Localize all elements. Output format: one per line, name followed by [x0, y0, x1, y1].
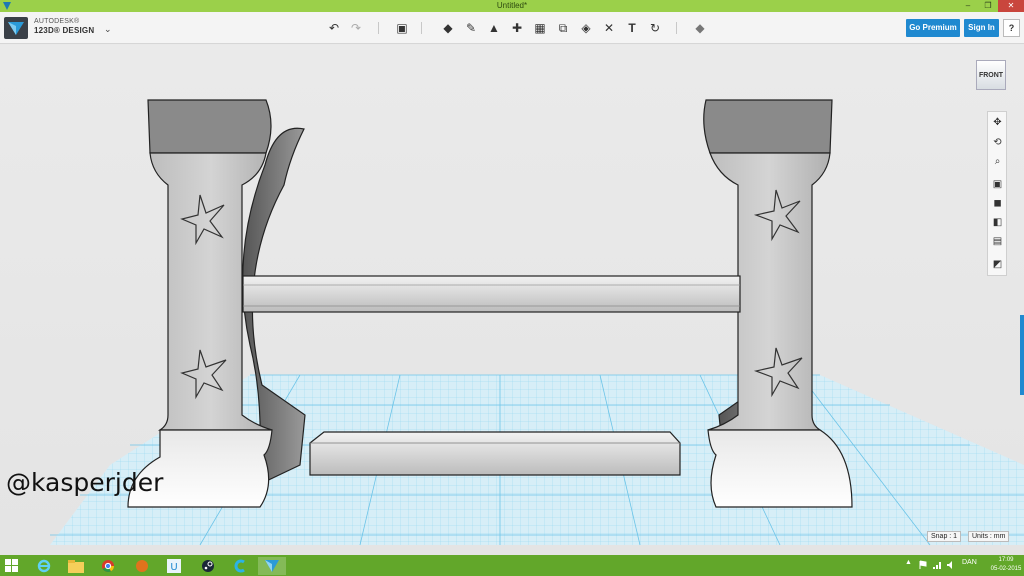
- modify-icon[interactable]: ✚: [509, 20, 525, 36]
- app-c-icon[interactable]: [226, 557, 254, 575]
- lower-crossbar[interactable]: [309, 431, 681, 476]
- minimize-button[interactable]: –: [958, 0, 978, 12]
- measure-icon[interactable]: ✕: [601, 20, 617, 36]
- view-outline-icon[interactable]: ◧: [991, 216, 1004, 229]
- windows-start-icon[interactable]: [5, 559, 18, 572]
- chrome-icon[interactable]: [94, 557, 122, 575]
- pan-icon[interactable]: ✥: [991, 116, 1004, 129]
- units-setting[interactable]: Units : mm: [968, 531, 1010, 542]
- main-toolbar: AUTODESK® 123D® DESIGN ⌄ ↶ ↷ ▣ ◆ ✎ ▲ ✚ ▦…: [0, 12, 1024, 44]
- chevron-down-icon[interactable]: ⌄: [104, 24, 112, 35]
- svg-text:U: U: [170, 562, 177, 573]
- go-premium-button[interactable]: Go Premium: [906, 19, 960, 37]
- language-indicator[interactable]: DAN: [962, 559, 977, 566]
- uplay-icon[interactable]: U: [160, 557, 188, 575]
- title-bar: Untitled* – ❐ ✕: [0, 0, 1024, 12]
- status-bar: Snap : 1 Units : mm: [0, 530, 1024, 548]
- material-icon[interactable]: ◆: [692, 20, 708, 36]
- view-solid-icon[interactable]: ◼: [991, 197, 1004, 210]
- windows-taskbar: U ▲ DAN 17:09 05-02-2015: [0, 555, 1024, 576]
- primitives-icon[interactable]: ◆: [440, 20, 456, 36]
- pattern-icon[interactable]: ▦: [532, 20, 548, 36]
- text-icon[interactable]: T: [624, 20, 640, 36]
- fit-icon[interactable]: ▣: [991, 178, 1004, 191]
- volume-icon[interactable]: [946, 560, 956, 570]
- app-orange-icon[interactable]: [128, 557, 156, 575]
- toolbar-divider: [676, 22, 677, 34]
- help-button[interactable]: ?: [1003, 19, 1020, 37]
- view-cube[interactable]: FRONT: [976, 60, 1006, 90]
- clock-time: 17:09: [998, 557, 1014, 563]
- tray-expand-icon[interactable]: ▲: [905, 559, 912, 566]
- grid-icon[interactable]: ▤: [991, 235, 1004, 248]
- brand-name: AUTODESK® 123D® DESIGN: [34, 17, 94, 35]
- toolbar-divider: [378, 22, 379, 34]
- action-center-flag-icon[interactable]: [918, 560, 928, 570]
- autodesk-logo-icon: [8, 22, 24, 35]
- upper-crossbar[interactable]: [242, 275, 741, 313]
- zoom-icon[interactable]: ⌕: [991, 155, 1004, 168]
- system-clock[interactable]: 17:09 05-02-2015: [990, 556, 1022, 574]
- material-view-icon[interactable]: ◩: [991, 258, 1004, 271]
- snap-setting[interactable]: Snap : 1: [927, 531, 962, 542]
- redo-icon[interactable]: ↷: [348, 20, 364, 36]
- window-title: Untitled*: [496, 1, 528, 10]
- file-explorer-icon[interactable]: [62, 557, 90, 575]
- side-panel-handle[interactable]: [1020, 315, 1024, 395]
- clock-date: 05-02-2015: [990, 566, 1022, 572]
- combine-icon[interactable]: ◈: [578, 20, 594, 36]
- app-menu-logo[interactable]: [4, 17, 28, 39]
- steam-icon[interactable]: [194, 557, 222, 575]
- brand-line-2: 123D® DESIGN: [34, 26, 95, 35]
- navigation-bar: ✥ ⟲ ⌕ ▣ ◼ ◧ ▤ ◩: [987, 111, 1007, 276]
- internet-explorer-icon[interactable]: [30, 557, 58, 575]
- restore-button[interactable]: ❐: [978, 0, 998, 12]
- undo-icon[interactable]: ↶: [326, 20, 342, 36]
- brand-line-1: AUTODESK®: [34, 18, 80, 25]
- group-icon[interactable]: ⧉: [555, 20, 571, 36]
- close-button[interactable]: ✕: [998, 0, 1024, 12]
- network-icon[interactable]: [932, 560, 942, 570]
- construct-icon[interactable]: ▲: [486, 20, 502, 36]
- orbit-icon[interactable]: ⟲: [991, 136, 1004, 149]
- transform-icon[interactable]: ▣: [394, 20, 410, 36]
- snap-icon[interactable]: ↻: [647, 20, 663, 36]
- sign-in-button[interactable]: Sign In: [964, 19, 999, 37]
- 123d-design-taskbar-icon[interactable]: [258, 557, 286, 575]
- watermark-text: @kasperjder: [6, 468, 164, 497]
- toolbar-divider: [421, 22, 422, 34]
- sketch-icon[interactable]: ✎: [463, 20, 479, 36]
